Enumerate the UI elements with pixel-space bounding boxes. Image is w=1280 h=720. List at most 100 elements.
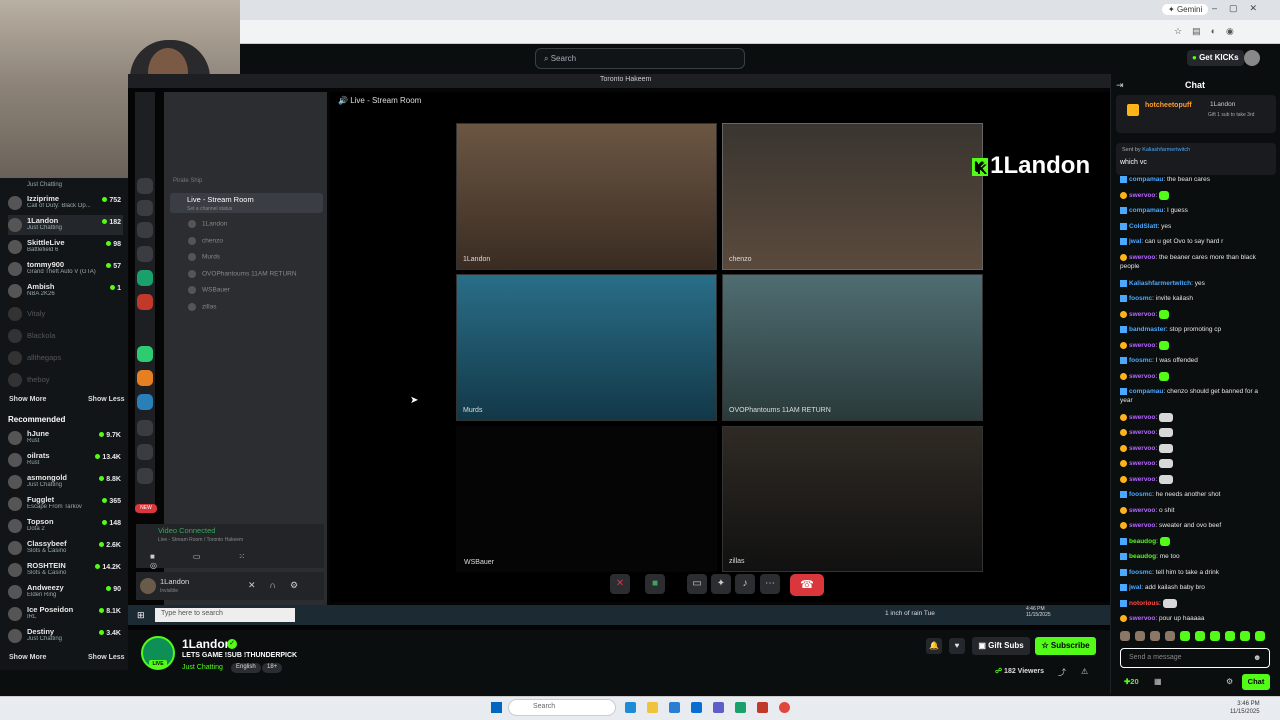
- sidebar-channel[interactable]: asmongold Just Chatting 8.8K: [8, 472, 123, 492]
- emoji-icon[interactable]: ☻: [1253, 653, 1261, 662]
- chat-username[interactable]: swervoo: [1129, 445, 1155, 452]
- chat-username[interactable]: foosmc: [1129, 491, 1152, 498]
- chat-username[interactable]: swervoo: [1129, 507, 1155, 514]
- server-icon[interactable]: [137, 420, 153, 436]
- sidebar-channel[interactable]: SkittleLive Battlefield 6 98: [8, 237, 123, 257]
- edge-icon[interactable]: [625, 702, 636, 713]
- chat-send-button[interactable]: Chat: [1242, 674, 1270, 690]
- sidebar-channel[interactable]: Fugglet Escape From Tarkov 365: [8, 494, 123, 514]
- sidebar-channel[interactable]: Andweezy Elden Ring 90: [8, 582, 123, 602]
- sidebar-offline-channel[interactable]: Vitaly: [8, 304, 123, 324]
- gemini-button[interactable]: ✦ Gemini: [1162, 4, 1209, 15]
- outlook-icon[interactable]: [669, 702, 680, 713]
- store-icon[interactable]: [691, 702, 702, 713]
- chat-username[interactable]: swervoo: [1129, 373, 1155, 380]
- server-icon[interactable]: [137, 468, 153, 484]
- gift-subs-button[interactable]: ▣ Gift Subs: [972, 637, 1030, 655]
- server-icon[interactable]: [137, 394, 153, 410]
- tag-language[interactable]: English: [231, 663, 261, 673]
- server-icon[interactable]: [137, 370, 153, 386]
- video-tile[interactable]: OVOPhantoums 11AM RETURN: [722, 274, 983, 421]
- server-icon[interactable]: [137, 200, 153, 216]
- tag-mature[interactable]: 18+: [262, 663, 283, 673]
- voice-user[interactable]: 1Landon: [188, 220, 227, 228]
- video-tile[interactable]: Murds: [456, 274, 717, 421]
- screen-share-icon[interactable]: ▭: [687, 574, 707, 594]
- chat-username[interactable]: beaudog: [1129, 538, 1156, 545]
- channel-points[interactable]: ✚20: [1124, 677, 1139, 686]
- quick-emote-icon[interactable]: [1180, 631, 1190, 641]
- chat-username[interactable]: swervoo: [1129, 522, 1155, 529]
- quick-emote-icon[interactable]: [1195, 631, 1205, 641]
- chat-username[interactable]: swervoo: [1129, 254, 1155, 261]
- server-icon[interactable]: [137, 270, 153, 286]
- sidebar-channel[interactable]: ROSHTEIN Slots & Casino 14.2K: [8, 560, 123, 580]
- report-icon[interactable]: ⚠: [1081, 667, 1088, 676]
- show-less-recommended[interactable]: Show Less: [88, 654, 125, 661]
- chat-username[interactable]: bandmaster: [1129, 326, 1166, 333]
- user-panel-controls[interactable]: ✕∩⚙: [248, 580, 312, 591]
- sidebar-offline-channel[interactable]: theboy: [8, 370, 123, 390]
- sidebar-channel[interactable]: hJune Rust 9.7K: [8, 428, 123, 448]
- voice-panel-buttons[interactable]: ■▭⁙◎: [150, 552, 320, 570]
- windows-search-box[interactable]: Search: [508, 699, 616, 716]
- quick-emote-icon[interactable]: [1135, 631, 1145, 641]
- soundboard-icon[interactable]: ♪: [735, 574, 755, 594]
- chat-username[interactable]: beaudog: [1129, 553, 1156, 560]
- share-icon[interactable]: ⤴: [1058, 667, 1066, 678]
- chat-username[interactable]: foosmc: [1129, 357, 1152, 364]
- get-kicks-button[interactable]: ● Get KICKs: [1187, 50, 1244, 66]
- chat-username[interactable]: jwal: [1129, 584, 1141, 591]
- chat-username[interactable]: swervoo: [1129, 476, 1155, 483]
- more-icon[interactable]: ⋯: [760, 574, 780, 594]
- sidebar-offline-channel[interactable]: Blackola: [8, 326, 123, 346]
- show-more-recommended[interactable]: Show More: [9, 654, 46, 661]
- sidebar-channel[interactable]: Ambish NBA 2K26 1: [8, 281, 123, 301]
- server-icon[interactable]: [137, 222, 153, 238]
- chat-username[interactable]: jwal: [1129, 238, 1141, 245]
- chat-username[interactable]: swervoo: [1129, 311, 1155, 318]
- voice-user[interactable]: zillas: [188, 303, 216, 311]
- quick-emote-icon[interactable]: [1165, 631, 1175, 641]
- sidebar-channel[interactable]: Ice Poseidon IRL 8.1K: [8, 604, 123, 624]
- discord-user-avatar[interactable]: [140, 578, 156, 594]
- server-icon[interactable]: [137, 178, 153, 194]
- quick-emote-icon[interactable]: [1120, 631, 1130, 641]
- inner-start-icon[interactable]: ⊞: [137, 610, 145, 621]
- chat-username[interactable]: Kaliashfarmertwitch: [1129, 280, 1191, 287]
- chat-username[interactable]: compamau: [1129, 388, 1163, 395]
- chat-settings-icon[interactable]: ⚙: [1226, 677, 1233, 686]
- sidebar-channel[interactable]: Classybeef Slots & Casino 2.6K: [8, 538, 123, 558]
- app-icon[interactable]: [713, 702, 724, 713]
- chat-username[interactable]: swervoo: [1129, 342, 1155, 349]
- video-tile[interactable]: 1Landon: [456, 123, 717, 270]
- emote-row[interactable]: [1120, 631, 1275, 643]
- inner-taskbar-search[interactable]: Type here to search: [155, 608, 295, 622]
- heart-icon[interactable]: ♥: [949, 638, 965, 654]
- subscribe-button[interactable]: ☆ Subscribe: [1035, 637, 1096, 655]
- quick-emote-icon[interactable]: [1150, 631, 1160, 641]
- sidebar-offline-channel[interactable]: allthegaps: [8, 348, 123, 368]
- sidebar-channel[interactable]: 1Landon Just Chatting 182: [8, 215, 123, 235]
- quick-emote-icon[interactable]: [1240, 631, 1250, 641]
- chat-username[interactable]: foosmc: [1129, 569, 1152, 576]
- chrome-icon[interactable]: [779, 702, 790, 713]
- chat-username[interactable]: compamau: [1129, 207, 1163, 214]
- chat-username[interactable]: swervoo: [1129, 429, 1155, 436]
- window-controls[interactable]: –▢✕: [1212, 3, 1269, 14]
- chat-username[interactable]: notorious: [1129, 600, 1159, 607]
- server-icon[interactable]: [137, 294, 153, 310]
- chat-username[interactable]: swervoo: [1129, 414, 1155, 421]
- user-avatar[interactable]: [1244, 50, 1260, 66]
- chat-username[interactable]: compamau: [1129, 176, 1163, 183]
- search-input[interactable]: ⌕ Search: [535, 48, 745, 69]
- hang-up-button[interactable]: ☎: [790, 574, 824, 596]
- show-more-following[interactable]: Show More: [9, 396, 46, 403]
- voice-user[interactable]: Murds: [188, 253, 220, 261]
- video-tile[interactable]: zillas: [722, 426, 983, 572]
- chat-username[interactable]: swervoo: [1129, 615, 1155, 622]
- server-icon[interactable]: [137, 444, 153, 460]
- voice-user[interactable]: chenzo: [188, 237, 223, 245]
- stream-category[interactable]: Just Chatting: [182, 664, 223, 671]
- chat-username[interactable]: ColdSlatt: [1129, 223, 1158, 230]
